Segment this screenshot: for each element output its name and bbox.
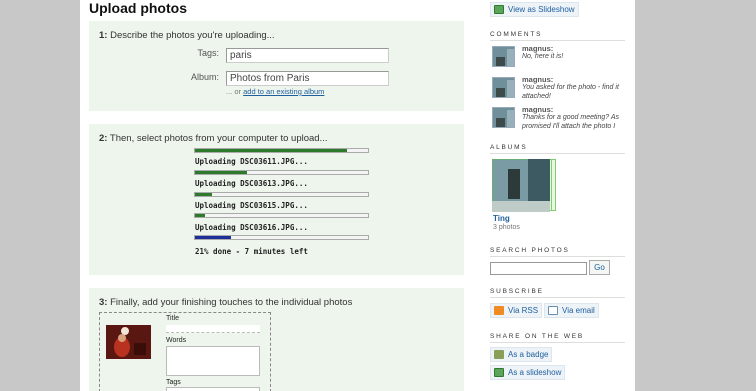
upload-progress-fill xyxy=(195,193,213,196)
photo-thumbnail[interactable] xyxy=(106,325,151,359)
as-badge-label: As a badge xyxy=(508,350,549,359)
upload-progress-fill xyxy=(195,149,348,152)
upload-progress-fill xyxy=(195,171,247,174)
sidebar: View as Slideshow COMMENTS magnus: No, h… xyxy=(490,0,627,391)
via-email-label: Via email xyxy=(562,306,595,315)
upload-label: Uploading DSC03613.JPG... xyxy=(195,179,308,188)
tags-field-label: Tags xyxy=(166,379,181,386)
as-slideshow-label: As a slideshow xyxy=(508,368,562,377)
title-input[interactable] xyxy=(166,325,260,333)
upload-progress-bar xyxy=(194,192,369,197)
via-rss-button[interactable]: Via RSS xyxy=(490,303,543,318)
comment-author: magnus: xyxy=(522,75,554,84)
upload-label: Uploading DSC03615.JPG... xyxy=(195,201,308,210)
comment-text: Thanks for a good meeting? As promised I… xyxy=(522,114,620,130)
title-label: Title xyxy=(166,315,179,322)
album-input[interactable] xyxy=(226,71,389,86)
main-column: Upload photos 1: Describe the photos you… xyxy=(80,0,480,391)
total-progress-bar xyxy=(194,235,369,240)
comment-author: magnus: xyxy=(522,105,554,114)
existing-album-link[interactable]: add to an existing album xyxy=(243,87,324,96)
comment-thumbnail-image xyxy=(493,108,514,127)
step1-number: 1: xyxy=(99,30,108,41)
album-hint-prefix: ... or xyxy=(226,87,242,96)
tags-label: Tags: xyxy=(197,48,219,58)
comment-photo-thumbnail[interactable] xyxy=(492,77,515,98)
album-count: 3 photos xyxy=(493,224,520,231)
slideshow-icon xyxy=(494,5,504,14)
email-icon xyxy=(548,306,558,315)
page-title: Upload photos xyxy=(89,0,187,16)
via-email-button[interactable]: Via email xyxy=(544,303,599,318)
via-rss-label: Via RSS xyxy=(508,306,539,315)
upload-progress-bar xyxy=(194,148,369,153)
rss-icon xyxy=(494,306,504,315)
words-label: Words xyxy=(166,337,187,344)
upload-label: Uploading DSC03611.JPG... xyxy=(195,157,308,166)
subscribe-heading: SUBSCRIBE xyxy=(490,288,625,298)
step3-panel: 3: Finally, add your finishing touches t… xyxy=(89,288,464,391)
step2-text: Then, select photos from your computer t… xyxy=(109,133,328,144)
step1-heading: 1: Describe the photos you're uploading.… xyxy=(99,30,275,41)
photo-details-box: Title Words Tags xyxy=(99,312,271,391)
albums-heading: ALBUMS xyxy=(490,144,625,154)
step3-heading: 3: Finally, add your finishing touches t… xyxy=(99,297,352,308)
album-name-link[interactable]: Ting xyxy=(493,214,510,223)
slideshow-icon xyxy=(494,368,504,377)
view-slideshow-label: View as Slideshow xyxy=(508,5,575,14)
step3-number: 3: xyxy=(99,297,108,308)
photo-thumbnail-image xyxy=(106,325,151,359)
step3-text: Finally, add your finishing touches to t… xyxy=(110,297,353,308)
comment-item: magnus: No, here it is! xyxy=(490,44,627,68)
search-heading: SEARCH PHOTOS xyxy=(490,247,625,257)
as-slideshow-button[interactable]: As a slideshow xyxy=(490,365,566,380)
photo-tags-input[interactable] xyxy=(166,387,260,391)
step2-heading: 2: Then, select photos from your compute… xyxy=(99,133,327,144)
comment-thumbnail-image xyxy=(493,78,514,97)
comment-item: magnus: You asked for the photo - find i… xyxy=(490,75,627,100)
as-badge-button[interactable]: As a badge xyxy=(490,347,553,362)
comment-text: No, here it is! xyxy=(522,53,564,60)
words-textarea[interactable] xyxy=(166,346,260,376)
upload-progress-fill xyxy=(195,214,206,217)
comments-heading: COMMENTS xyxy=(490,31,625,41)
album-cover-image xyxy=(492,159,550,212)
search-input[interactable] xyxy=(490,262,587,275)
comment-thumbnail-image xyxy=(493,47,514,66)
page-container: Upload photos 1: Describe the photos you… xyxy=(80,0,635,391)
view-slideshow-button[interactable]: View as Slideshow xyxy=(490,2,579,17)
step2-number: 2: xyxy=(99,133,108,144)
upload-label: Uploading DSC03616.JPG... xyxy=(195,223,308,232)
upload-progress-bar xyxy=(194,170,369,175)
badge-icon xyxy=(494,350,504,359)
total-progress-label: 21% done - 7 minutes left xyxy=(195,247,308,256)
album-label: Album: xyxy=(190,72,219,82)
comment-text: You asked for the photo - find it attach… xyxy=(522,84,619,100)
comment-photo-thumbnail[interactable] xyxy=(492,107,515,128)
step2-panel: 2: Then, select photos from your compute… xyxy=(89,124,464,275)
tags-input[interactable] xyxy=(226,48,389,63)
upload-progress-bar xyxy=(194,213,369,218)
search-go-button[interactable]: Go xyxy=(589,260,610,275)
comment-author: magnus: xyxy=(522,44,554,53)
comment-photo-thumbnail[interactable] xyxy=(492,46,515,67)
album-stack[interactable] xyxy=(492,159,556,212)
comment-item: magnus: Thanks for a good meeting? As pr… xyxy=(490,105,627,130)
album-hint: ... or add to an existing album xyxy=(226,87,324,96)
step1-panel: 1: Describe the photos you're uploading.… xyxy=(89,21,464,111)
total-progress-fill xyxy=(195,236,232,239)
step1-text: Describe the photos you're uploading... xyxy=(110,30,275,41)
share-heading: SHARE ON THE WEB xyxy=(490,333,625,343)
